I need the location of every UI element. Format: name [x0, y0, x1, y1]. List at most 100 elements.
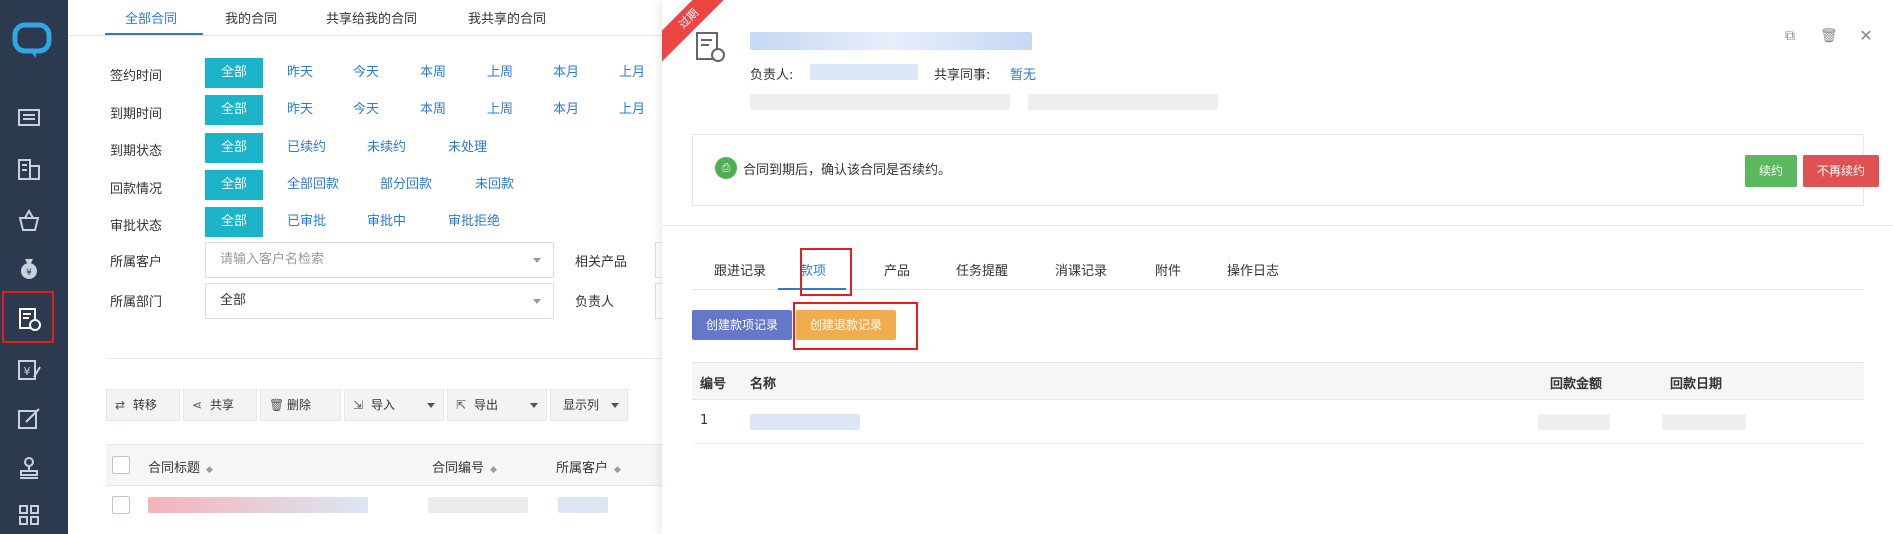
column-number[interactable]: 合同编号 ◆	[432, 457, 497, 476]
share-icon: ⋖	[192, 398, 203, 412]
trash-icon: 🗑	[269, 398, 285, 412]
chevron-down-icon	[533, 258, 541, 263]
filter-option-partial-payment[interactable]: 部分回款	[370, 170, 442, 200]
tab-all-contracts[interactable]: 全部合同	[125, 8, 177, 27]
renewal-notice-text: 合同到期后，确认该合同是否续约。	[743, 163, 952, 178]
filter-option-all[interactable]: 全部	[205, 58, 263, 88]
refund-button-highlight-box	[793, 302, 918, 350]
filter-label-approval-status: 审批状态	[110, 219, 163, 234]
transfer-button[interactable]: ⇄ 转移	[106, 389, 180, 421]
filter-option-renewed[interactable]: 已续约	[277, 133, 336, 163]
delete-button[interactable]: 🗑 删除	[260, 389, 341, 421]
app-logo-icon[interactable]	[12, 22, 52, 60]
import-icon: ⇲	[353, 398, 364, 412]
tab-operation-log[interactable]: 操作日志	[1227, 260, 1279, 279]
customer-search-select[interactable]: 请输入客户名检索	[205, 242, 554, 278]
filter-option-all[interactable]: 全部	[205, 95, 263, 125]
column-amount: 回款金额	[1550, 377, 1603, 392]
tab-task-reminders[interactable]: 任务提醒	[956, 260, 1008, 279]
filter-option-yesterday[interactable]: 昨天	[277, 95, 323, 125]
redacted-contract-meta	[1028, 94, 1218, 110]
filter-option-this-week[interactable]: 本周	[410, 58, 456, 88]
filter-option-last-week[interactable]: 上周	[477, 95, 523, 125]
invoice-yen-icon[interactable]: ¥	[14, 355, 44, 385]
column-number-label: 合同编号	[432, 461, 485, 476]
close-icon[interactable]: ✕	[1858, 28, 1874, 44]
redacted-contract-number	[428, 497, 528, 513]
shared-colleagues-value[interactable]: 暂无	[1010, 64, 1036, 83]
filter-option-unprocessed[interactable]: 未处理	[438, 133, 497, 163]
tab-products[interactable]: 产品	[884, 260, 910, 279]
trash-icon[interactable]: 🗑	[1820, 28, 1838, 44]
export-button[interactable]: ⇱ 导出	[447, 389, 547, 421]
import-button[interactable]: ⇲ 导入	[344, 389, 444, 421]
filter-label-due-status: 到期状态	[110, 144, 163, 159]
import-label: 导入	[371, 398, 396, 412]
customer-search-placeholder: 请输入客户名检索	[220, 252, 325, 267]
tab-follow-up[interactable]: 跟进记录	[714, 260, 766, 279]
edit-icon[interactable]	[14, 404, 44, 434]
building-icon[interactable]	[14, 154, 44, 184]
tab-shared-by-me[interactable]: 我共享的合同	[468, 8, 546, 27]
tab-attachments[interactable]: 附件	[1155, 260, 1181, 279]
renewal-notice: ⎙ 合同到期后，确认该合同是否续约。 续约 不再续约	[692, 134, 1879, 206]
select-all-checkbox[interactable]	[112, 456, 130, 474]
row-checkbox[interactable]	[112, 496, 130, 514]
apps-grid-icon[interactable]	[14, 500, 44, 530]
chevron-down-icon[interactable]	[530, 403, 538, 408]
filter-option-all[interactable]: 全部	[205, 170, 263, 200]
filter-option-this-month[interactable]: 本月	[543, 95, 589, 125]
stamp-icon[interactable]	[14, 453, 44, 483]
filter-option-rejected[interactable]: 审批拒绝	[438, 207, 510, 237]
filter-option-all[interactable]: 全部	[205, 133, 263, 163]
column-customer[interactable]: 所属客户 ◆	[556, 457, 621, 476]
tab-class-consumption[interactable]: 消课记录	[1055, 260, 1107, 279]
filter-option-all[interactable]: 全部	[205, 207, 263, 237]
filter-option-last-month[interactable]: 上月	[609, 95, 655, 125]
no-renew-button[interactable]: 不再续约	[1803, 155, 1879, 187]
detail-tabs: 跟进记录 款项 产品 任务提醒 消课记录 附件 操作日志	[692, 250, 1864, 290]
table-row[interactable]: 1	[692, 400, 1864, 444]
share-button[interactable]: ⋖ 共享	[183, 389, 257, 421]
customer-label: 所属客户	[110, 255, 163, 270]
filter-option-last-week[interactable]: 上周	[477, 58, 523, 88]
shared-colleagues-label: 共享同事:	[934, 68, 991, 83]
divider	[662, 225, 1893, 226]
tab-my-contracts[interactable]: 我的合同	[225, 8, 277, 27]
column-title[interactable]: 合同标题 ◆	[148, 457, 213, 476]
redacted-customer	[558, 497, 608, 513]
filter-option-this-week[interactable]: 本周	[410, 95, 456, 125]
filter-option-not-renewed[interactable]: 未续约	[357, 133, 416, 163]
money-bag-icon[interactable]: ¥	[14, 253, 44, 283]
filter-option-unpaid[interactable]: 未回款	[465, 170, 524, 200]
basket-icon[interactable]	[14, 205, 44, 235]
column-customer-label: 所属客户	[556, 461, 609, 476]
payment-row-no: 1	[700, 413, 709, 428]
columns-button[interactable]: 显示列	[550, 389, 628, 421]
columns-label: 显示列	[563, 398, 600, 412]
filter-option-this-month[interactable]: 本月	[543, 58, 589, 88]
filter-option-full-payment[interactable]: 全部回款	[277, 170, 349, 200]
tab-shared-to-me[interactable]: 共享给我的合同	[326, 8, 417, 27]
message-icon[interactable]	[14, 103, 44, 133]
contract-icon[interactable]	[14, 304, 44, 334]
column-date: 回款日期	[1670, 377, 1723, 392]
create-payment-button[interactable]: 创建款项记录	[692, 310, 792, 340]
share-label: 共享	[210, 398, 235, 412]
renew-button[interactable]: 续约	[1745, 155, 1797, 187]
redacted-contract-name	[750, 32, 1032, 50]
redacted-contract-meta	[750, 94, 1010, 110]
filter-option-last-month[interactable]: 上月	[609, 58, 655, 88]
filter-option-approving[interactable]: 审批中	[357, 207, 416, 237]
filter-option-yesterday[interactable]: 昨天	[277, 58, 323, 88]
department-select[interactable]: 全部	[205, 283, 554, 319]
open-new-window-icon[interactable]: ⧉	[1782, 28, 1798, 44]
transfer-label: 转移	[133, 398, 158, 412]
product-label: 相关产品	[575, 255, 628, 270]
svg-text:¥: ¥	[24, 365, 31, 378]
chevron-down-icon[interactable]	[427, 403, 435, 408]
column-no: 编号	[700, 377, 727, 392]
filter-option-today[interactable]: 今天	[343, 58, 389, 88]
filter-option-approved[interactable]: 已审批	[277, 207, 336, 237]
filter-option-today[interactable]: 今天	[343, 95, 389, 125]
